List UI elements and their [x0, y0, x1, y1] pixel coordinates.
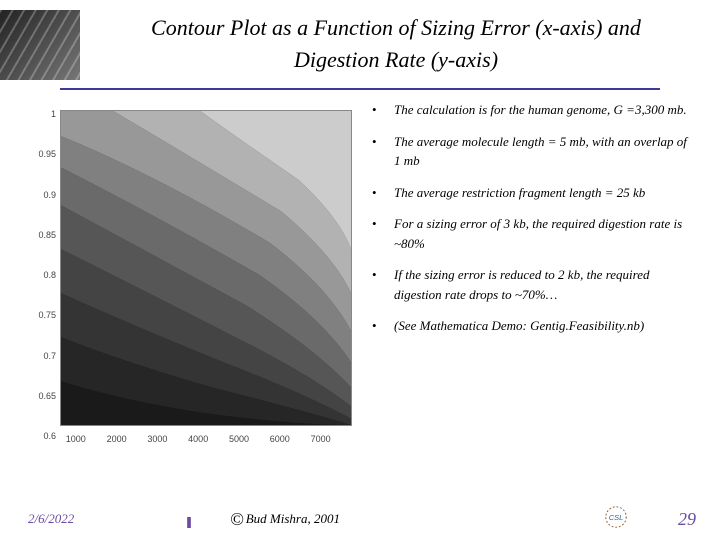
bullet-icon: •: [372, 100, 394, 120]
x-tick: 2000: [107, 434, 127, 444]
list-item: •The calculation is for the human genome…: [372, 100, 696, 120]
x-tick: 3000: [147, 434, 167, 444]
y-tick: 0.85: [30, 230, 56, 240]
nyu-torch-icon: [178, 504, 200, 534]
title-line-2: Digestion Rate (y-axis): [294, 47, 498, 72]
bullet-icon: •: [372, 132, 394, 171]
bullet-icon: •: [372, 316, 394, 336]
x-tick: 4000: [188, 434, 208, 444]
x-tick: 7000: [311, 434, 331, 444]
x-tick: 5000: [229, 434, 249, 444]
x-tick: 1000: [66, 434, 86, 444]
csl-logo-icon: CSL: [576, 504, 656, 534]
y-tick: 0.6: [30, 431, 56, 441]
list-item: •The average restriction fragment length…: [372, 183, 696, 203]
page-number: 29: [656, 509, 696, 530]
x-tick: 6000: [270, 434, 290, 444]
title-divider: [60, 88, 660, 90]
page-title: Contour Plot as a Function of Sizing Err…: [92, 12, 700, 76]
list-item: •For a sizing error of 3 kb, the require…: [372, 214, 696, 253]
thumbnail-image: [0, 10, 80, 80]
y-tick: 0.75: [30, 310, 56, 320]
svg-text:CSL: CSL: [609, 513, 623, 522]
copyright-icon: ©: [230, 509, 244, 530]
bullet-icon: •: [372, 214, 394, 253]
y-tick: 0.8: [30, 270, 56, 280]
contour-svg: [61, 111, 351, 425]
title-line-1: Contour Plot as a Function of Sizing Err…: [151, 15, 641, 40]
list-item: •(See Mathematica Demo: Gentig.Feasibili…: [372, 316, 696, 336]
y-tick: 0.95: [30, 149, 56, 159]
list-item: •The average molecule length = 5 mb, wit…: [372, 132, 696, 171]
bullet-list: •The calculation is for the human genome…: [372, 100, 702, 470]
y-tick: 1: [30, 109, 56, 119]
footer-date: 2/6/2022: [28, 511, 178, 527]
y-tick: 0.65: [30, 391, 56, 401]
y-tick: 0.9: [30, 190, 56, 200]
y-tick: 0.7: [30, 351, 56, 361]
contour-plot: 1 0.95 0.9 0.85 0.8 0.75 0.7 0.65 0.6 10…: [18, 100, 358, 450]
list-item: •If the sizing error is reduced to 2 kb,…: [372, 265, 696, 304]
bullet-icon: •: [372, 183, 394, 203]
bullet-icon: •: [372, 265, 394, 304]
footer-credit: Bud Mishra, 2001: [246, 511, 576, 527]
